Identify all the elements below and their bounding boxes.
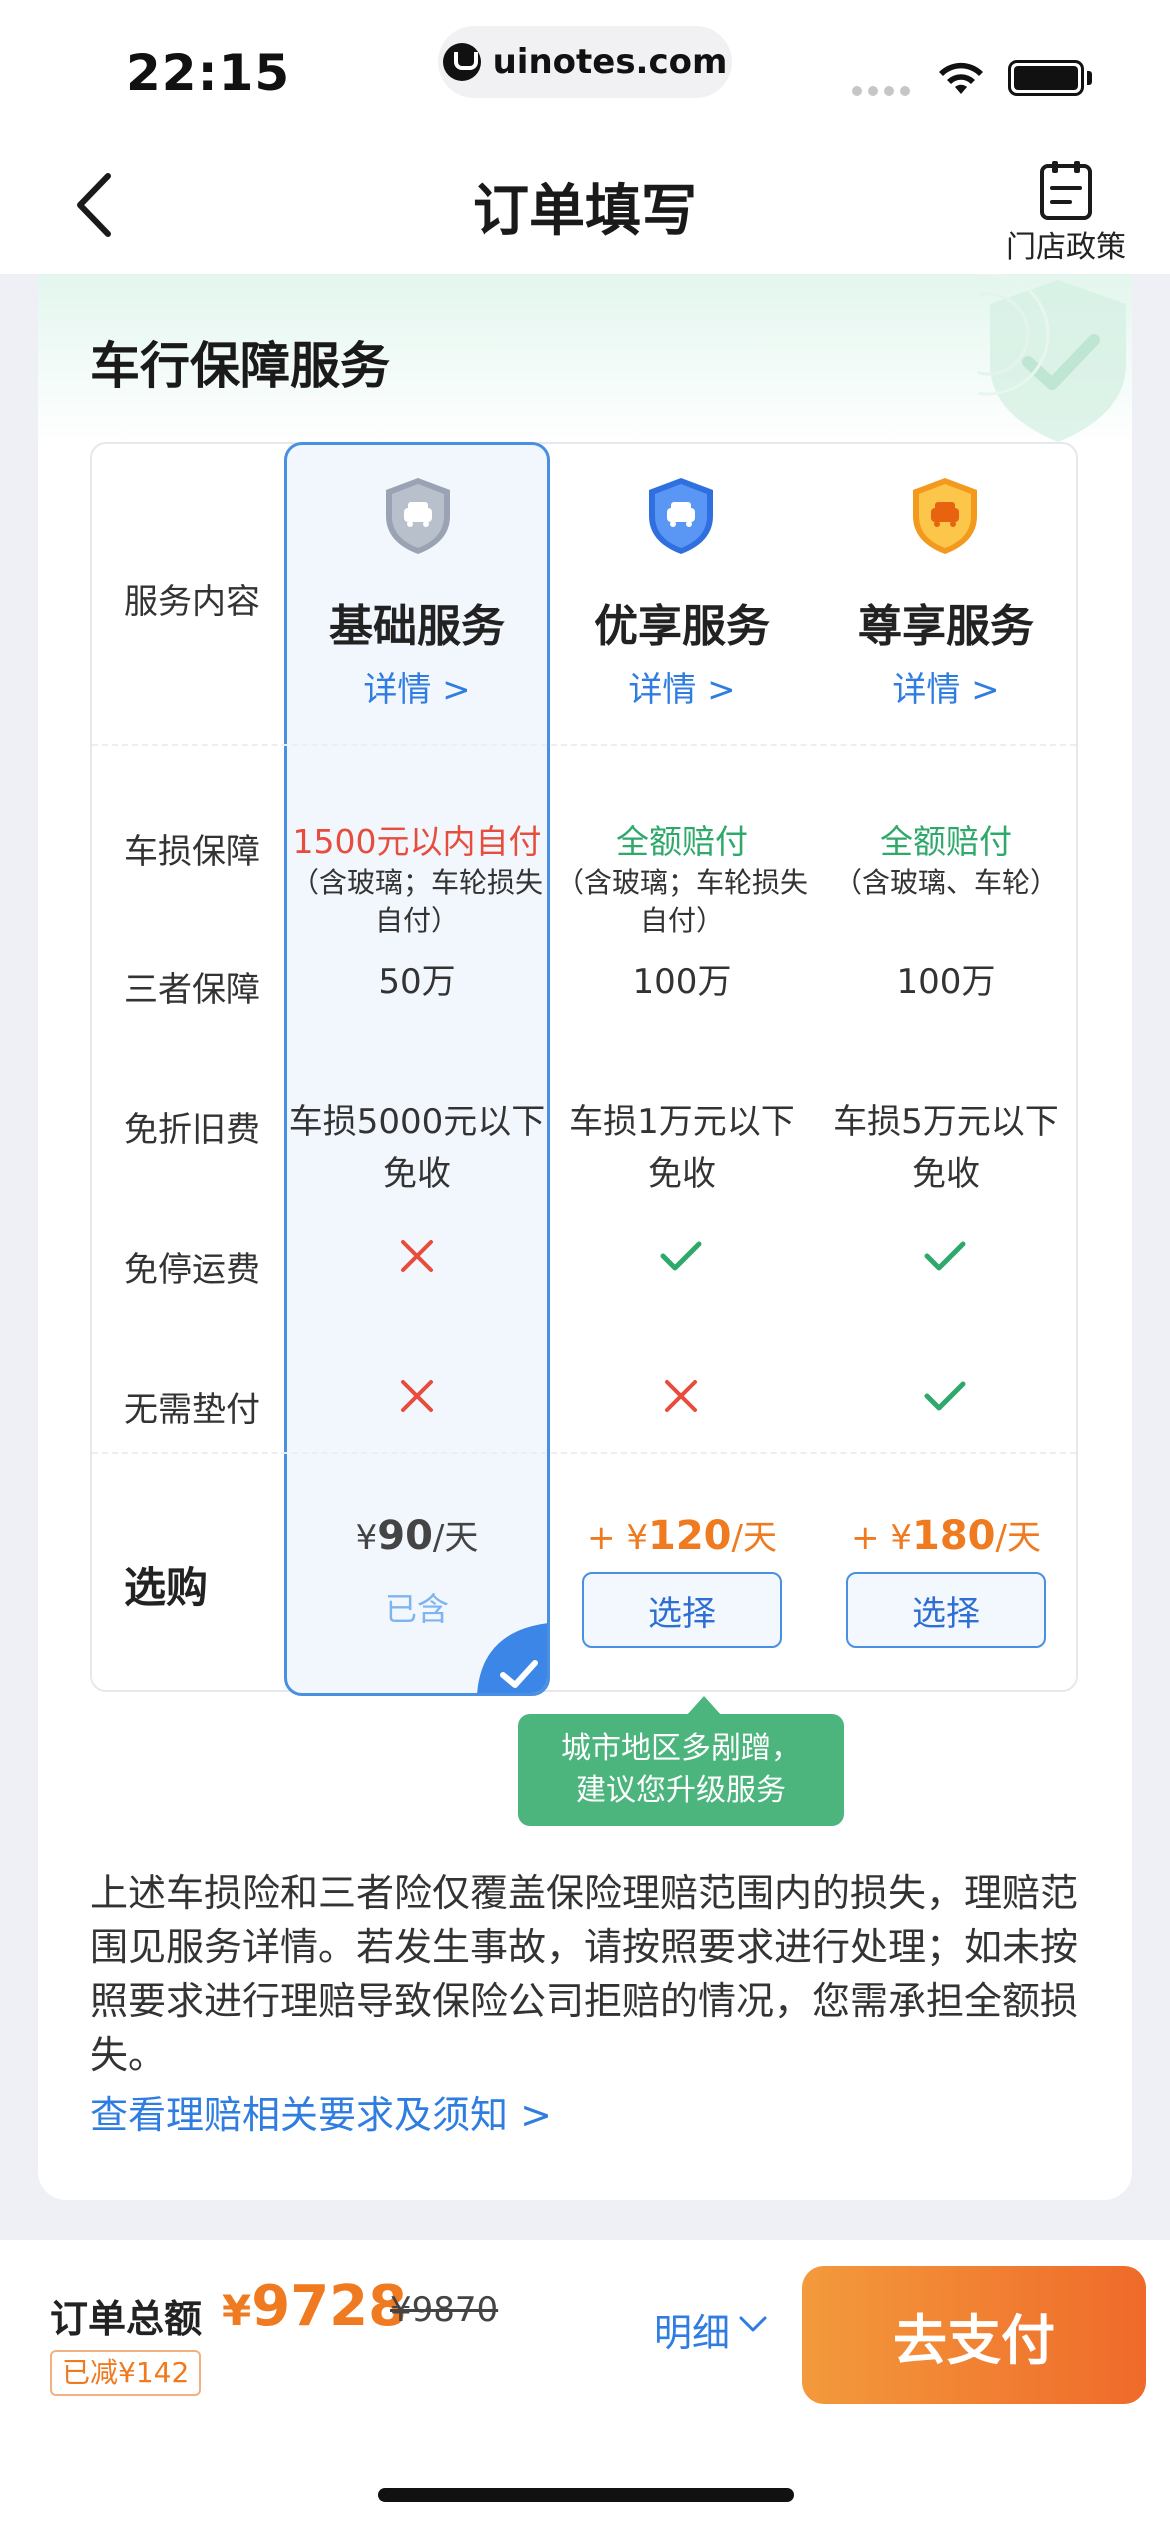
car-shield-gold-icon xyxy=(913,478,977,554)
row-label-downtime: 免停运费 xyxy=(124,1250,260,1290)
check-icon xyxy=(660,1241,702,1271)
check-icon xyxy=(924,1381,966,1411)
discount-badge: 已减¥142 xyxy=(50,2350,202,2396)
card-title: 车行保障服务 xyxy=(90,337,390,395)
shield-check-decoration-icon xyxy=(978,274,1126,442)
damage-main-premium: 全额赔付 xyxy=(616,822,748,861)
price-value-exclusive: 180 xyxy=(911,1513,996,1559)
select-button-premium[interactable]: 选择 xyxy=(582,1572,782,1648)
check-icon xyxy=(924,1241,966,1271)
plan-detail-link-exclusive[interactable]: 详情 > xyxy=(814,662,1078,711)
wifi-icon xyxy=(939,62,983,94)
total-currency: ¥ xyxy=(222,2286,252,2335)
plan-name-basic: 基础服务 xyxy=(329,601,505,652)
row-divider xyxy=(92,744,1076,746)
order-total-label: 订单总额 xyxy=(50,2297,203,2341)
status-time: 22:15 xyxy=(126,44,291,102)
url-text: uinotes.com xyxy=(492,42,728,82)
selected-check-icon xyxy=(477,1623,547,1693)
status-bar: 22:15 uinotes.com xyxy=(0,0,1170,140)
price-unit-exclusive: /天 xyxy=(995,1518,1041,1558)
damage-sub-premium: （含玻璃；车轮损失自付） xyxy=(555,866,808,937)
price-exclusive: + ¥180/天 xyxy=(814,1510,1078,1559)
store-policy-label: 门店政策 xyxy=(1006,230,1126,265)
store-policy-button[interactable]: 门店政策 xyxy=(996,148,1136,268)
tooltip-line-1: 城市地区多剐蹭， xyxy=(561,1731,801,1766)
home-indicator xyxy=(378,2488,794,2502)
insurance-disclaimer: 上述车损险和三者险仅覆盖保险理赔范围内的损失，理赔范围见服务详情。若发生事故，请… xyxy=(90,1871,1079,2077)
row-divider xyxy=(92,1452,1076,1454)
row-label-damage: 车损保障 xyxy=(124,832,260,872)
tooltip-line-2: 建议您升级服务 xyxy=(576,1773,786,1808)
price-prefix-basic: ¥ xyxy=(355,1518,378,1558)
damage-main-exclusive: 全额赔付 xyxy=(880,822,1012,861)
row-label-buy: 选购 xyxy=(124,1563,209,1612)
price-basic: ¥90/天 xyxy=(284,1510,550,1559)
battery-nub xyxy=(1087,71,1092,85)
damage-cell-basic: 1500元以内自付 （含玻璃；车轮损失自付） xyxy=(284,820,550,940)
total-value: 9728 xyxy=(251,2274,408,2339)
price-value-premium: 120 xyxy=(647,1513,732,1559)
included-label-basic: 已含 xyxy=(384,1590,449,1628)
url-pill[interactable]: uinotes.com xyxy=(438,26,732,98)
car-shield-blue-icon xyxy=(649,478,713,554)
price-unit-basic: /天 xyxy=(432,1518,479,1558)
price-prefix-premium: + ¥ xyxy=(587,1518,648,1558)
car-shield-gray-icon xyxy=(386,478,450,554)
row-label-service: 服务内容 xyxy=(124,582,260,622)
damage-main-basic: 1500元以内自付 xyxy=(292,822,542,861)
service-comparison-table: 服务内容 车损保障 三者保障 免折旧费 免停运费 无需垫付 选购 基础服务 详情… xyxy=(90,442,1078,1696)
cross-icon xyxy=(401,1240,433,1272)
nav-bar: 订单填写 门店政策 xyxy=(0,140,1170,274)
battery-icon xyxy=(1008,60,1084,96)
price-premium: + ¥120/天 xyxy=(550,1510,814,1559)
damage-cell-exclusive: 全额赔付 （含玻璃、车轮） xyxy=(814,820,1078,902)
third-party-premium: 100万 xyxy=(632,962,732,1002)
depreciation-basic: 车损5000元以下免收 xyxy=(288,1102,546,1194)
damage-sub-exclusive: （含玻璃、车轮） xyxy=(833,866,1058,899)
damage-cell-premium: 全额赔付 （含玻璃；车轮损失自付） xyxy=(550,820,814,940)
depreciation-premium: 车损1万元以下免收 xyxy=(569,1102,795,1194)
price-detail-button[interactable]: 明细 xyxy=(654,2302,730,2357)
chevron-down-icon[interactable] xyxy=(738,2314,768,2334)
third-party-basic: 50万 xyxy=(378,962,456,1002)
document-icon xyxy=(1040,161,1092,220)
order-total-amount: ¥9728 xyxy=(222,2274,407,2339)
row-label-third-party: 三者保障 xyxy=(124,970,260,1010)
protection-service-card: 车行保障服务 服务内容 车损保障 三者保障 免折旧费 免停运费 无需垫付 选购 … xyxy=(38,274,1132,2200)
third-party-exclusive: 100万 xyxy=(896,962,996,1002)
page-title: 订单填写 xyxy=(473,179,697,244)
plan-name-premium: 优享服务 xyxy=(594,601,770,652)
cross-icon xyxy=(665,1380,697,1412)
upgrade-tooltip: 城市地区多剐蹭， 建议您升级服务 xyxy=(518,1714,844,1826)
site-logo-icon xyxy=(442,43,481,81)
plan-name-exclusive: 尊享服务 xyxy=(858,601,1034,652)
depreciation-exclusive: 车损5万元以下免收 xyxy=(833,1102,1059,1194)
price-unit-premium: /天 xyxy=(731,1518,777,1558)
cross-icon xyxy=(401,1380,433,1412)
plan-detail-link-basic[interactable]: 详情 > xyxy=(284,662,550,711)
row-label-no-advance: 无需垫付 xyxy=(124,1390,260,1430)
row-label-depreciation: 免折旧费 xyxy=(124,1110,260,1150)
pay-button[interactable]: 去支付 xyxy=(802,2266,1146,2404)
price-value-basic: 90 xyxy=(377,1513,433,1559)
signal-icon xyxy=(852,86,910,96)
claim-requirements-link[interactable]: 查看理赔相关要求及须知 > xyxy=(90,2084,552,2139)
original-price: ¥9870 xyxy=(390,2290,499,2330)
tooltip-arrow xyxy=(686,1696,722,1716)
price-prefix-exclusive: + ¥ xyxy=(851,1518,912,1558)
damage-sub-basic: （含玻璃；车轮损失自付） xyxy=(290,866,543,937)
select-button-exclusive[interactable]: 选择 xyxy=(846,1572,1046,1648)
plan-detail-link-premium[interactable]: 详情 > xyxy=(550,662,814,711)
